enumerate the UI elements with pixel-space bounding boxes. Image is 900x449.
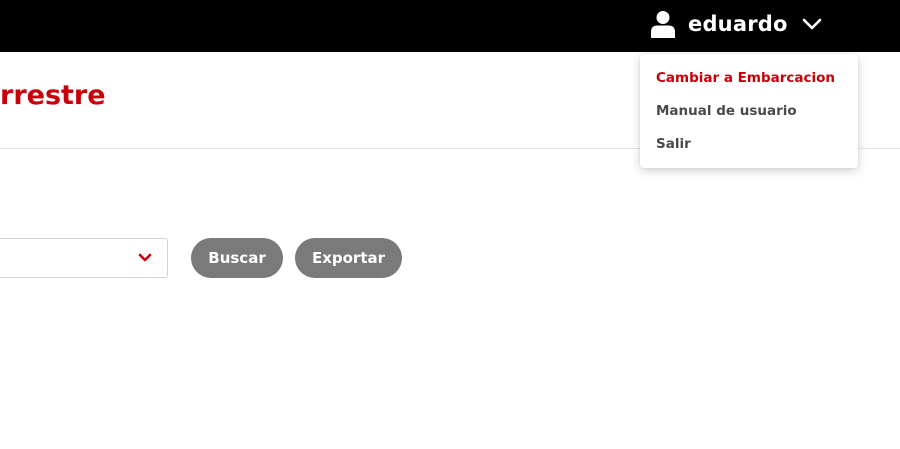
top-navbar: eduardo [0,0,900,52]
menu-item-cambiar-embarcacion[interactable]: Cambiar a Embarcacion [656,70,835,86]
menu-item-salir[interactable]: Salir [656,136,691,152]
chevron-down-icon [802,18,821,30]
chevron-down-icon [138,253,152,262]
username: eduardo [688,12,788,36]
page-title: rrestre [0,80,106,111]
user-dropdown-menu: Cambiar a Embarcacion Manual de usuario … [640,54,858,168]
exportar-button[interactable]: Exportar [295,238,402,278]
user-icon [651,11,675,38]
user-menu-toggle[interactable]: eduardo [650,0,822,48]
filter-select[interactable] [0,238,168,278]
buscar-button[interactable]: Buscar [191,238,283,278]
menu-item-manual-usuario[interactable]: Manual de usuario [656,103,797,119]
